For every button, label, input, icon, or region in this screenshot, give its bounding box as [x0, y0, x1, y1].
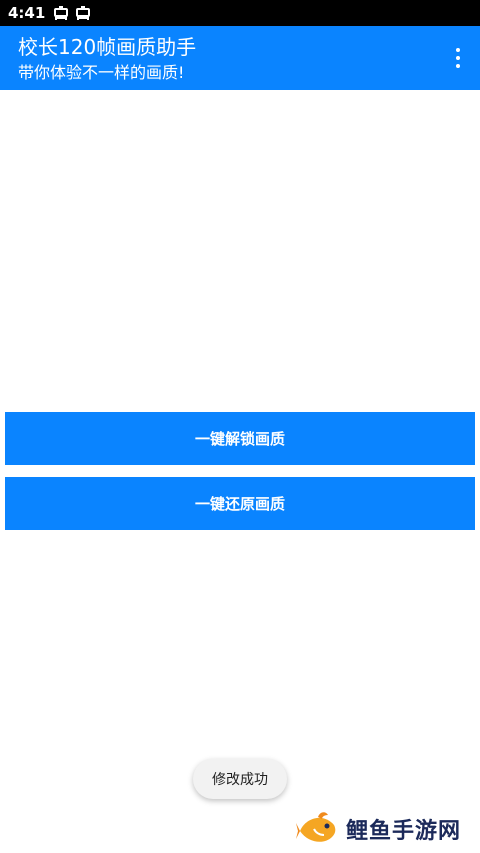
watermark-text: 鲤鱼手游网: [346, 819, 462, 844]
app-bar: 校长120帧画质助手 带你体验不一样的画质!: [0, 26, 480, 90]
status-time: 4:41: [8, 4, 46, 22]
app-subtitle: 带你体验不一样的画质!: [18, 63, 185, 82]
toast-message: 修改成功: [193, 759, 287, 799]
restore-quality-button[interactable]: 一键还原画质: [5, 477, 475, 530]
fish-logo-icon: [296, 809, 340, 849]
bug-notification-icon: [53, 5, 69, 21]
unlock-quality-button[interactable]: 一键解锁画质: [5, 412, 475, 465]
menu-dot: [456, 64, 460, 68]
overflow-menu-icon[interactable]: [446, 42, 470, 74]
status-bar: 4:41: [0, 0, 480, 26]
menu-dot: [456, 48, 460, 52]
site-watermark: 鲤鱼手游网: [296, 806, 461, 852]
app-title: 校长120帧画质助手: [18, 35, 197, 59]
bug-notification-icon: [75, 5, 91, 21]
app-screen: 4:41 校长120帧画质助手 带你体验不一样的画质! 一键解锁画质 一键还原画…: [0, 0, 480, 853]
menu-dot: [456, 56, 460, 60]
